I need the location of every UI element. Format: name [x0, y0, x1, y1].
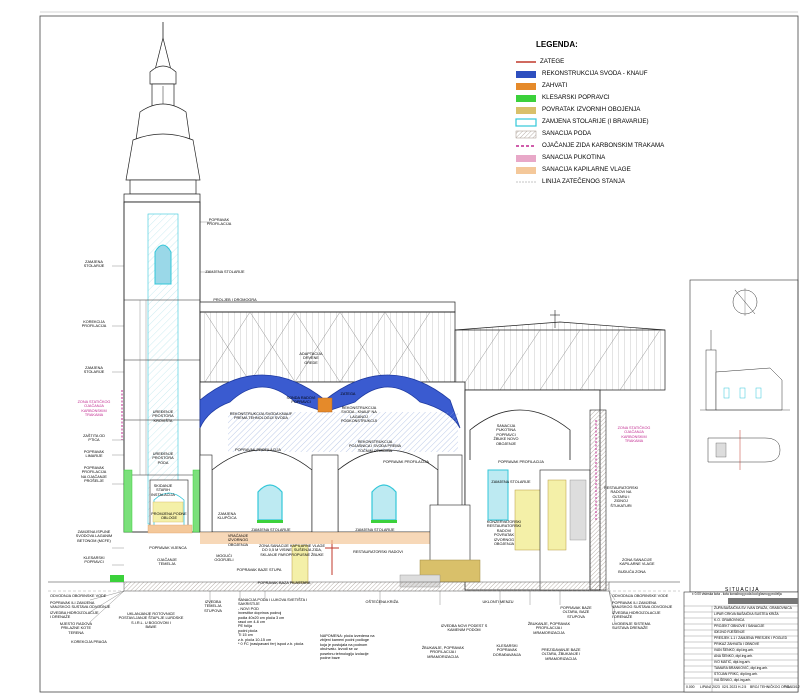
- label-zamjena-klupcica: ZAMJENA KLUPČICA: [217, 512, 237, 521]
- label-moguci-ogorjeli: MOGUĆI OGORJELI: [214, 554, 234, 563]
- label-sanacija-pukotina: SANACIJA PUKOTINA POPRAVCI ŽBUKE NOVO OB…: [493, 424, 519, 446]
- label-izvedba-drenaze-right: IZVEDBA HIDROIZOLACIJE I DRENAŽE: [612, 611, 661, 620]
- label-popravak-vijenca: POPRAVAK VIJENCA: [149, 546, 187, 550]
- label-rekonstrukcija-pojasnica: REKONSTRUKCIJA POJASNICA I SVODA PREMA T…: [348, 440, 402, 453]
- title-footer-3: H-2.5: [738, 685, 747, 689]
- title-footer-2: 02/1 2023: [722, 685, 738, 689]
- label-popravak-baze-oltara: POPRAVAK BAZE OLTARA, BAZE STUPOVA: [560, 606, 592, 619]
- label-sanacija-poda: SANACIJA PODA I LUKOVA SVETIŠTA I SAKRIS…: [238, 598, 308, 647]
- label-rekonstrukcija-svoda-2: REKONSTRUKCIJA SVODA - KNAUF NA LAGANOJ …: [340, 406, 378, 424]
- title-row-11: STOJAN FRIKC, dipl.ing.arh.: [714, 672, 758, 676]
- title-note: ± 0.00 visinska kota - kota konačnog pod…: [692, 592, 782, 596]
- label-prezidavanje-baze: PREZIDAVANJE BAZE OLTARA, ŽBUKANJE I MRA…: [541, 648, 581, 661]
- legend-item-sanacija-poda: SANACIJA PODA: [542, 130, 592, 137]
- nave-roof: [199, 301, 456, 383]
- title-row-5: PRESJEK 1-1 I ZAMJENA PRESJEK I POGLED: [714, 636, 788, 640]
- label-konzervatorski: KONZERVATORSKI RESTAURATORSKI RADOVI POV…: [486, 520, 522, 547]
- label-zamjena-stolarije-1: ZAMJENA STOLARIJE: [83, 260, 105, 269]
- legend-item-rekonstrukcija: REKONSTRUKCIJA SVODA - KNAUF: [542, 70, 648, 77]
- label-mjesto-radova: MJESTO RADOVA PRILAZNE KOTE TERENA: [59, 622, 93, 635]
- label-zamjena-stolarije-4: ZAMJENA STOLARIJE: [251, 528, 291, 532]
- label-zamjena-stolarije-5: ZAMJENA STOLARIJE: [355, 528, 395, 532]
- title-footer-0: 0.000: [686, 685, 695, 689]
- legend-item-linija: LINIJA ZATEČENOG STANJA: [542, 178, 625, 185]
- title-row-7: IVAN ŠENKO, dipl.ing.arh.: [714, 648, 754, 652]
- right-panel: [689, 279, 799, 593]
- legend-item-kapilarne: SANACIJA KAPILARNE VLAGE: [542, 166, 631, 173]
- label-klesarski-popravci: KLESARSKI POPRAVCI: [83, 556, 105, 565]
- label-zbukanje-popravak-2: ŽBUKANJE, POPRAVAK PROFILACIJA I MRAMORI…: [527, 622, 571, 635]
- label-zatega: ZATEGA: [340, 392, 356, 396]
- label-popravak-profilacija-left: POPRAVAK PROFILACIJA NA OJAČANJE PROŠELJ…: [81, 466, 107, 484]
- label-zbukanje-popravak: ŽBUKANJE, POPRAVAK PROFILACIJA I MRAMORI…: [421, 646, 465, 659]
- label-odvodnja-right: ODVODNJA OBORINSKE VODE: [612, 594, 669, 598]
- label-napomena: NAPOMENA: ploča izvedena na zbijeni kame…: [320, 634, 375, 661]
- label-izvedba-novi-podest: IZVEDBA NOVI PODEST S KAMENIM PODOM: [440, 624, 488, 633]
- title-row-12: IVA ŠENKO, dipl.ing.arh.: [714, 678, 752, 682]
- title-row-2: K.O. GRABOVNICA: [714, 618, 745, 622]
- title-footer-1: LIPANJ 2023: [700, 685, 720, 689]
- label-ostecena-kriza: OŠTEĆENA KRIŽA: [365, 600, 399, 604]
- label-proljeb-dromo: PROLJEB I DROMOGRA: [213, 298, 257, 302]
- label-popravak-profilacija-mid2: POPRAVAK PROFILACIJA: [383, 460, 429, 464]
- label-uredjenje-poda: UREĐENJE PROSTORA PODA: [152, 452, 174, 465]
- label-popravak-profilacija-top: POPRAVAK PROFILACIJA: [206, 218, 232, 227]
- label-zona-sanacije: ZONA SANACIJE KAPILARNE VLAGE DO 0,5 M V…: [258, 544, 326, 557]
- label-popravak-baza-pilastara: POPRAVAK BAZA PILASTARA: [257, 581, 311, 585]
- label-sonda-radovi: SONDA RADOVI POPRAVCI: [286, 396, 316, 405]
- label-zamjena-stolarije-6: ZAMJENA STOLARIJE: [491, 480, 531, 484]
- legend-item-ojacanje: OJAČANJE ZIDA KARBONSKIM TRAKAMA: [542, 142, 665, 149]
- legend-item-pukotina: SANACIJA PUKOTINA: [542, 154, 606, 161]
- label-rekonstrukcija-svoda: REKONSTRUKCIJA SVODA KNAUF PREMA TEHNOLO…: [229, 412, 293, 421]
- legend-item-zahvati: ZAHVATI: [542, 82, 568, 89]
- label-korekcija-profilacija: KOREKCIJA PROFILACIJA: [81, 320, 107, 329]
- label-uklonti-menzu: UKLONTI MENZU: [482, 600, 514, 604]
- label-uvodenje-sustava: UVOĐENJE SISTEMA SUSTAVA DRENAŽE: [612, 622, 651, 631]
- title-row-4: IDEJNO RJEŠENJE: [714, 630, 745, 634]
- label-zastita-od-ptica: ZAŠTITA OD PTICA: [83, 434, 105, 443]
- label-zona-staticko-left: ZONA STATIČKOG OJAČANJA KARBONSKIM TRAKA…: [77, 400, 111, 418]
- label-restauratorski: RESTAURATORSKI RADOVI: [353, 550, 403, 554]
- legend-item-zatege: ZATEGE: [540, 58, 565, 65]
- label-popravak-zamjena-right: POPRAVAK ILI ZAMJENA VANJSKOG SUSTAVA OD…: [612, 601, 673, 610]
- title-row-0: ŽUPA BAŠAIČKA SV. IVAN DRAŽA, GRABOVNICA: [714, 606, 792, 610]
- label-zamjena-stolarije-2: ZAMJENA STOLARIJE: [205, 270, 245, 274]
- label-zona-sanacije-right: ZONA SANACIJE KAPILARNE VLAGE: [619, 558, 655, 567]
- label-popravak-baze: POPRAVAK BAZE STUPA: [236, 568, 282, 572]
- label-zamjena-stolarije-3: ZAMJENA STOLARIJE: [83, 366, 105, 375]
- title-row-10: TAMARA BRANKOVIĆ, dipl.ing.arh.: [714, 666, 769, 670]
- presbytery-roof: [454, 310, 666, 391]
- title-row-9: IVO MATIĆ, dipl.ing.arh.: [714, 660, 751, 664]
- label-buduca-zona: BUDUĆA ZONA: [618, 570, 646, 574]
- legend-item-zamjena: ZAMJENA STOLARIJE (I BRAVARIJE): [542, 118, 649, 125]
- label-izvedba-temelja: IZVEDBA TEMELJA STUPOVA: [204, 600, 222, 613]
- legend-item-klesarski: KLESARSKI POPRAVCI: [542, 94, 610, 101]
- title-row-1: LIPAR CRKVA BAŠAIČKA SUSTEA KRIŽA: [714, 612, 779, 616]
- label-popravak-zamjena-left: POPRAVAK ILI ZAMJENA VANJSKOG SUSTAVA OD…: [50, 601, 111, 610]
- label-adaptacija-grede: ADAPTACIJA DRVENE GREDE: [299, 352, 323, 365]
- label-promjena-podne: PROMJENA PODNE OBLOGE: [151, 512, 187, 521]
- label-uklanjanje-rotovnice: UKLANJANJE ROTOVNICE POSTAVLJANJE ŠTAPLJ…: [118, 612, 184, 630]
- label-uredjenje-krovista: UREĐENJE PROSTORA KROVIŠTA: [152, 410, 174, 423]
- label-ojacanje-temelja: OJAČANJE TEMELJA: [157, 558, 177, 567]
- label-klesarski-popravak: KLESARSKI POPRAVAK DORAĐAVANJA: [493, 644, 521, 657]
- label-popravak-profilacija-right: POPRAVAK PROFILACIJA: [498, 460, 544, 464]
- label-restauratorski-oltar: RESTAURATORSKI RADOVI NA OLTARU I ZIDNOJ…: [604, 486, 639, 508]
- label-popravak-profilacija-mid: POPRAVAK PROFILACIJA: [235, 448, 281, 452]
- label-korekcija-praga: KOREKCIJA PRAGA: [71, 640, 107, 644]
- drawing-sheet: LEGENDA: ZATEGE REKONSTRUKCIJA SVODA - K…: [0, 0, 800, 695]
- label-vracanje-izvornog: VRAĆANJE IZVORNOG OBOJENJA: [227, 534, 249, 547]
- legend-item-povratak: POVRATAK IZVORNIH OBOJENJA: [542, 106, 641, 113]
- label-skidanje-instalacija: SKIDANJE STARIH INSTALACIJA: [151, 484, 175, 497]
- label-zamjena-ispune: ZAMJENA ISPUNE SVODOVA LAGANIM BETONOM (…: [75, 530, 113, 543]
- title-footer-5: T.O. 03/12: [784, 685, 800, 689]
- legend-title: LEGENDA:: [536, 40, 578, 49]
- label-zona-staticko-right: ZONA STATIČKOG OJAČANJA KARBONSKIM TRAKA…: [617, 426, 651, 444]
- title-row-8: ANA ŠENKO, dipl.ing.arh.: [714, 654, 754, 658]
- title-row-6: PRIKAZ ZAHVATA I OBNOVE: [714, 642, 760, 646]
- label-odvodnja-left: ODVODNJA OBORINSKE VODE: [50, 594, 107, 598]
- label-popravak-limarije: POPRAVAK LIMARIJE: [83, 450, 105, 459]
- title-row-3: PROJEKT OBNOVE I SANACIJE: [714, 624, 765, 628]
